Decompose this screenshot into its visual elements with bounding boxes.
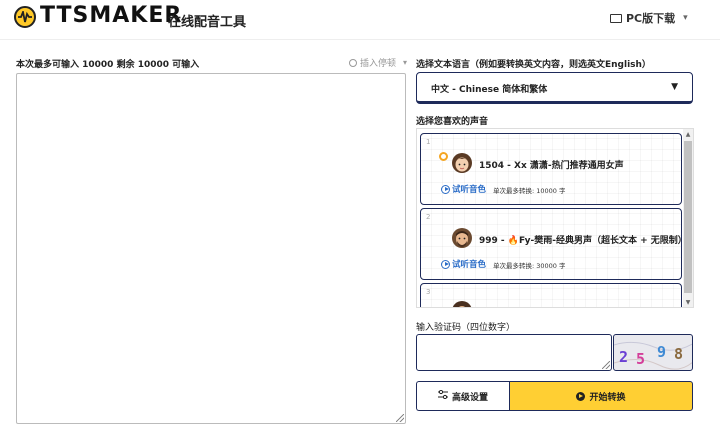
sliders-icon <box>437 389 448 402</box>
insert-pause-button[interactable]: 插入停顿 ▾ <box>349 56 407 69</box>
text-input-area[interactable] <box>16 73 406 424</box>
clock-icon <box>349 58 357 67</box>
captcha-digit: 9 <box>657 343 667 361</box>
voice-index: 3 <box>426 288 431 296</box>
play-circle-icon <box>441 184 450 194</box>
voice-limit: 单次最多转换: 30000 字 <box>493 262 566 270</box>
captcha-digit: 2 <box>619 348 629 366</box>
pc-download-menu[interactable]: PC版下载 ▾ <box>610 10 688 26</box>
tagline: 在线配音工具 <box>168 15 247 30</box>
voice-list[interactable]: 1 1504 - Xx 潇潇-热门推荐通用女声 试听音色 单次最多转换: 100… <box>416 128 694 308</box>
language-selected-value: 中文 - Chinese 简体和繁体 <box>431 85 548 95</box>
scroll-down-icon[interactable]: ▼ <box>684 299 692 307</box>
voice-card[interactable]: 1 1504 - Xx 潇潇-热门推荐通用女声 试听音色 单次最多转换: 100… <box>420 133 682 205</box>
scroll-up-icon[interactable]: ▲ <box>684 131 692 139</box>
voice-limit: 单次最多转换: 10000 字 <box>493 187 566 195</box>
play-icon <box>576 391 586 401</box>
listen-voice-button[interactable]: 试听音色 <box>441 183 486 195</box>
voice-card[interactable]: 3 <box>420 283 682 307</box>
advanced-settings-button[interactable]: 高级设置 <box>416 381 509 411</box>
listen-label: 试听音色 <box>452 185 487 195</box>
listen-label: 试听音色 <box>452 260 487 270</box>
monitor-icon <box>610 13 622 23</box>
voice-name: 999 - 🔥Fy-樊雨-经典男声（超长文本 + 无限制） <box>479 236 687 246</box>
chevron-down-icon: ▼ <box>671 82 678 92</box>
logo-text[interactable]: TTSMAKER <box>40 3 182 28</box>
voice-label: 选择您喜欢的声音 <box>416 117 489 127</box>
voice-card[interactable]: 2 999 - 🔥Fy-樊雨-经典男声（超长文本 + 无限制） 试听音色 单次最… <box>420 208 687 280</box>
captcha-digit: 5 <box>636 350 646 368</box>
logo-wave-icon[interactable] <box>14 6 36 28</box>
captcha-input[interactable] <box>416 334 612 371</box>
language-label: 选择文本语言（例如要转换英文内容，则选英文English） <box>416 60 651 70</box>
chevron-down-icon: ▾ <box>683 13 688 23</box>
start-convert-label: 开始转换 <box>589 392 626 403</box>
start-convert-button[interactable]: 开始转换 <box>509 381 693 411</box>
play-circle-icon <box>441 259 450 269</box>
pc-download-label: PC版下载 <box>626 12 676 25</box>
chevron-down-icon: ▾ <box>403 58 408 67</box>
voice-list-scrollbar[interactable]: ▲ ▼ <box>683 129 693 307</box>
listen-voice-button[interactable]: 试听音色 <box>441 258 486 270</box>
input-limit-text: 本次最多可输入 10000 剩余 10000 可输入 <box>16 60 200 70</box>
insert-pause-label: 插入停顿 <box>360 59 397 69</box>
voice-index: 2 <box>426 213 431 221</box>
scrollbar-thumb[interactable] <box>684 141 692 293</box>
captcha-image[interactable]: 2 5 9 8 <box>613 334 693 371</box>
male-avatar-icon <box>451 227 473 249</box>
captcha-digit: 8 <box>674 345 684 363</box>
captcha-resize-handle <box>602 361 610 369</box>
language-select[interactable]: 中文 - Chinese 简体和繁体 ▼ <box>416 72 693 104</box>
captcha-label: 输入验证码（四位数字） <box>416 323 516 333</box>
textarea-resize-handle[interactable] <box>396 414 404 422</box>
voice-index: 1 <box>426 138 431 146</box>
female-avatar-icon <box>451 152 473 174</box>
top-header: TTSMAKER 在线配音工具 PC版下载 ▾ <box>0 0 720 40</box>
male-avatar-icon <box>451 300 473 307</box>
advanced-settings-label: 高级设置 <box>451 392 488 403</box>
voice-name: 1504 - Xx 潇潇-热门推荐通用女声 <box>479 161 624 171</box>
voice-selected-radio[interactable] <box>439 152 448 161</box>
